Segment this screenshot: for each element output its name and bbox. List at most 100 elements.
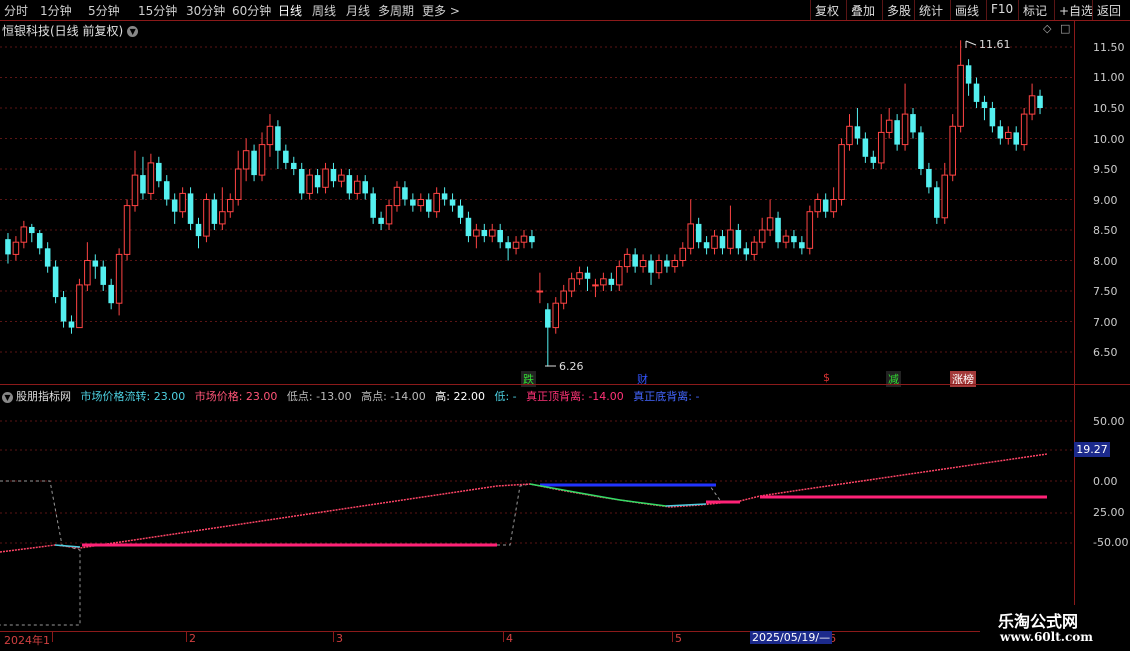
price-tick: 11.00 — [1093, 71, 1125, 84]
candle-body — [846, 125, 853, 146]
candle-body — [512, 241, 520, 249]
statistics-button[interactable]: 统计 — [914, 0, 950, 20]
tab-30min[interactable]: 30分钟 — [186, 2, 225, 19]
candle — [711, 230, 718, 255]
candle — [926, 162, 932, 194]
candle — [782, 230, 790, 249]
candle — [838, 138, 845, 206]
candle-body — [457, 205, 464, 218]
candle-body — [1028, 95, 1036, 115]
candle-body — [965, 65, 972, 84]
overlay-button[interactable]: 叠加 — [846, 0, 882, 20]
candle — [20, 220, 28, 249]
add-watchlist-button[interactable]: +自选 — [1054, 0, 1096, 20]
panel-divider[interactable] — [0, 384, 1130, 385]
candle — [171, 193, 178, 224]
candle-body — [830, 199, 837, 213]
candle-body — [750, 241, 758, 255]
candle-body — [758, 229, 766, 243]
candle-body — [934, 187, 940, 218]
back-button[interactable]: 返回 — [1092, 0, 1130, 20]
candle-body — [989, 108, 996, 127]
candle-body — [140, 175, 146, 194]
candle — [179, 187, 186, 218]
candle-body — [234, 168, 242, 200]
candle — [870, 150, 877, 169]
candle-body — [592, 284, 599, 287]
candle-body — [283, 150, 289, 163]
candle-body — [941, 174, 949, 219]
candle — [600, 272, 607, 291]
candlestick-chart[interactable] — [0, 21, 1074, 384]
candle-body — [1037, 95, 1043, 108]
f10-button[interactable]: F10 — [986, 0, 1018, 20]
tab-multi-period[interactable]: 多周期 — [378, 2, 414, 19]
tab-15min[interactable]: 15分钟 — [138, 2, 177, 19]
candle — [632, 248, 638, 273]
candle-body — [68, 321, 75, 328]
candle — [140, 156, 146, 200]
tab-monthly[interactable]: 月线 — [346, 2, 370, 19]
candle — [1013, 126, 1019, 151]
tab-daily[interactable]: 日线 — [278, 2, 302, 19]
candle — [592, 278, 599, 298]
candle — [473, 223, 480, 249]
price-tick: 6.50 — [1093, 346, 1118, 359]
candle-body — [775, 217, 781, 243]
indicator-chart[interactable] — [0, 400, 1074, 631]
candle-body — [877, 131, 885, 164]
event-marker-dividend[interactable]: $ — [821, 371, 832, 384]
candle — [187, 187, 194, 230]
candle — [330, 162, 337, 188]
candle — [1037, 89, 1043, 115]
multi-stock-button[interactable]: 多股 — [882, 0, 918, 20]
date-tick — [503, 632, 504, 642]
candle-body — [926, 169, 932, 188]
date-label: 2024年1 — [4, 634, 50, 647]
candle — [5, 233, 11, 264]
candle — [36, 230, 43, 255]
tab-5min[interactable]: 5分钟 — [88, 2, 120, 19]
watermark-url: www.60lt.com — [1000, 630, 1093, 644]
candle-body — [719, 236, 726, 249]
candle — [251, 144, 257, 182]
candle-body — [664, 260, 670, 267]
candle — [417, 193, 425, 212]
price-tick: 9.00 — [1093, 194, 1118, 207]
band-line-gray — [0, 480, 81, 626]
mark-button[interactable]: 标记 — [1018, 0, 1054, 20]
candle — [481, 223, 488, 243]
candle — [76, 278, 83, 329]
tab-1min[interactable]: 1分钟 — [40, 2, 72, 19]
candle-body — [576, 272, 583, 280]
tab-timeshare[interactable]: 分时 — [4, 2, 28, 19]
candle — [560, 284, 567, 310]
candle — [775, 211, 781, 249]
candle — [608, 272, 615, 291]
price-tick: 7.00 — [1093, 316, 1118, 329]
candle — [488, 223, 496, 243]
candle — [108, 278, 114, 310]
tab-weekly[interactable]: 周线 — [312, 2, 336, 19]
tab-more[interactable]: 更多 > — [422, 2, 460, 19]
candle-body — [393, 186, 401, 207]
candle-body — [258, 144, 266, 176]
candle-body — [322, 168, 329, 188]
candle-body — [410, 199, 416, 206]
candle — [275, 120, 281, 169]
candle-body — [211, 199, 218, 224]
candle — [862, 132, 869, 163]
indicator-current-value: 19.27 — [1074, 442, 1110, 457]
candle-body — [545, 309, 551, 328]
tab-60min[interactable]: 60分钟 — [232, 2, 271, 19]
candle-body — [600, 278, 607, 286]
candle-body — [711, 235, 718, 249]
candle — [735, 223, 742, 255]
indicator-tick: 25.00 — [1093, 506, 1125, 519]
candle-body — [123, 205, 131, 255]
draw-line-button[interactable]: 画线 — [950, 0, 986, 20]
candle — [449, 193, 456, 212]
candle-body — [870, 156, 877, 163]
restore-rights-button[interactable]: 复权 — [810, 0, 846, 20]
candle — [545, 303, 551, 367]
